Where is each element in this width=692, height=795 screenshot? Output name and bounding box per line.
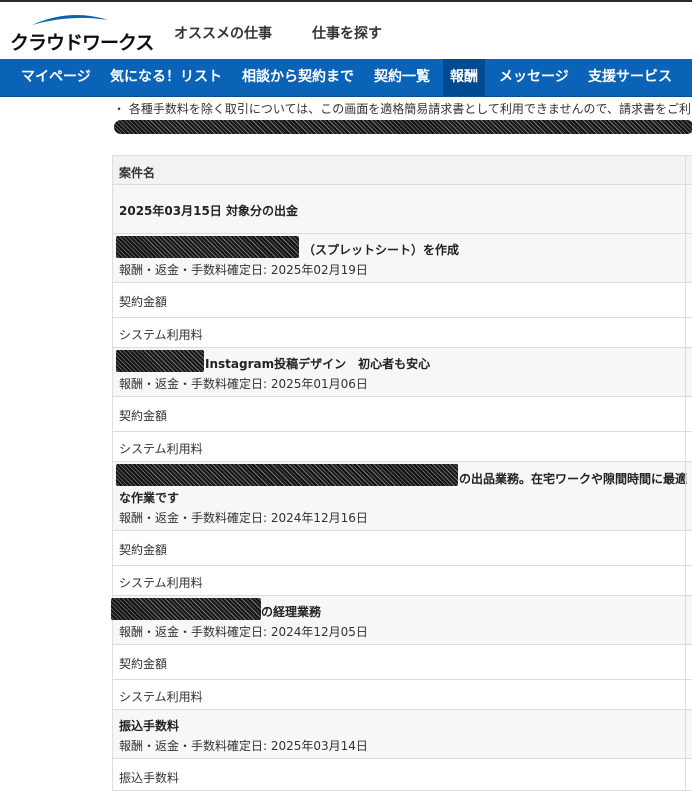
line-label: 契約金額 bbox=[119, 295, 168, 309]
redacted-text bbox=[111, 598, 261, 620]
line-item: 振込手数料 bbox=[113, 759, 692, 791]
project-row[interactable]: （スプレットシート）を作成 報酬・返金・手数料確定日: 2025年02月19日 bbox=[113, 234, 692, 283]
redacted-text bbox=[116, 236, 299, 258]
line-item: システム利用料 bbox=[113, 318, 692, 348]
line-label: システム利用料 bbox=[119, 690, 203, 704]
top-header: クラウドワークス オススメの仕事 仕事を探す bbox=[0, 0, 692, 59]
redacted-text bbox=[116, 464, 458, 486]
group-title: 2025年03月15日 対象分の出金 bbox=[119, 204, 298, 218]
project-date: 報酬・返金・手数料確定日: 2024年12月05日 bbox=[119, 625, 368, 639]
rewards-table: 案件名 2025年03月15日 対象分の出金 （スプレットシート）を作成 報酬・… bbox=[111, 155, 692, 791]
nav-contracts[interactable]: 契約一覧 bbox=[374, 59, 430, 96]
transfer-fee-title: 振込手数料 bbox=[119, 719, 180, 733]
nav-favorites[interactable]: 気になる！リスト bbox=[110, 59, 222, 96]
line-item: システム利用料 bbox=[113, 680, 692, 710]
project-title[interactable]: Instagram投稿デザイン 初心者も安心 bbox=[205, 355, 430, 372]
project-date: 報酬・返金・手数料確定日: 2024年12月16日 bbox=[119, 511, 368, 525]
line-label: システム利用料 bbox=[119, 576, 203, 590]
line-label: 契約金額 bbox=[119, 543, 168, 557]
redacted-text bbox=[114, 120, 692, 134]
logo-swoosh-icon bbox=[32, 15, 108, 25]
redacted-text bbox=[116, 350, 204, 372]
nav-rewards[interactable]: 報酬 bbox=[443, 59, 485, 96]
logo-text: クラウドワークス bbox=[10, 32, 154, 54]
project-title-line2[interactable]: な作業です bbox=[119, 489, 179, 506]
line-label: 契約金額 bbox=[119, 409, 168, 423]
nav-consult-to-contract[interactable]: 相談から契約まで bbox=[242, 59, 354, 96]
table-header: 案件名 bbox=[113, 155, 692, 185]
project-row[interactable]: の出品業務。在宅ワークや隙間時間に最適 な作業です 報酬・返金・手数料確定日: … bbox=[113, 462, 692, 531]
header-link-recommended[interactable]: オススメの仕事 bbox=[174, 23, 272, 43]
invoice-note: ・ 各種手数料を除く取引については、この画面を適格簡易請求書として利用できません… bbox=[113, 102, 692, 116]
nav-support-services[interactable]: 支援サービス bbox=[588, 59, 672, 96]
line-label: 契約金額 bbox=[119, 657, 168, 671]
line-label: システム利用料 bbox=[119, 328, 203, 342]
line-label: 振込手数料 bbox=[119, 771, 180, 785]
line-item: 契約金額 bbox=[113, 531, 692, 566]
line-item: システム利用料 bbox=[113, 566, 692, 596]
project-date: 報酬・返金・手数料確定日: 2025年02月19日 bbox=[119, 263, 368, 277]
transfer-fee-row: 振込手数料 報酬・返金・手数料確定日: 2025年03月14日 bbox=[113, 710, 692, 759]
nav-mypage[interactable]: マイページ bbox=[21, 59, 91, 96]
line-item: 契約金額 bbox=[113, 645, 692, 680]
column-header-project: 案件名 bbox=[119, 166, 156, 180]
project-title[interactable]: の出品業務。在宅ワークや隙間時間に最適 bbox=[459, 470, 687, 487]
transfer-fee-date: 報酬・返金・手数料確定日: 2025年03月14日 bbox=[119, 739, 368, 753]
project-row[interactable]: Instagram投稿デザイン 初心者も安心 報酬・返金・手数料確定日: 202… bbox=[113, 348, 692, 397]
nav-messages[interactable]: メッセージ bbox=[499, 59, 569, 96]
project-date: 報酬・返金・手数料確定日: 2025年01月06日 bbox=[119, 377, 368, 391]
line-item: システム利用料 bbox=[113, 432, 692, 462]
crowdworks-logo[interactable]: クラウドワークス bbox=[10, 12, 154, 56]
line-item: 契約金額 bbox=[113, 283, 692, 318]
line-item: 契約金額 bbox=[113, 397, 692, 432]
header-link-find-jobs[interactable]: 仕事を探す bbox=[312, 23, 382, 43]
project-row[interactable]: の経理業務 報酬・返金・手数料確定日: 2024年12月05日 bbox=[111, 596, 692, 645]
withdrawal-group-header: 2025年03月15日 対象分の出金 bbox=[113, 185, 692, 234]
main-nav: マイページ 気になる！リスト 相談から契約まで 契約一覧 報酬 メッセージ 支援… bbox=[0, 59, 692, 97]
line-label: システム利用料 bbox=[119, 442, 203, 456]
project-title[interactable]: の経理業務 bbox=[261, 603, 321, 620]
project-title[interactable]: （スプレットシート）を作成 bbox=[303, 241, 459, 258]
